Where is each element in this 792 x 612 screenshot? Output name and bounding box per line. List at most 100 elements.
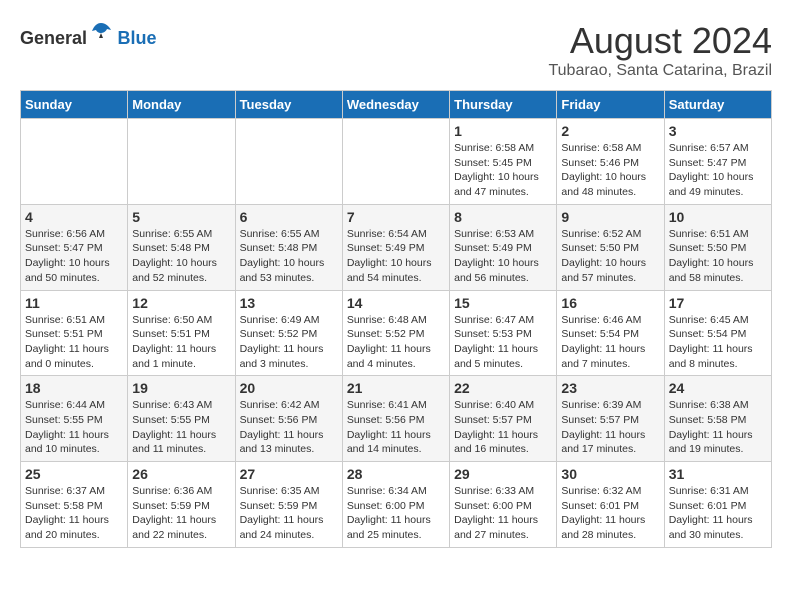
calendar-cell: 22Sunrise: 6:40 AMSunset: 5:57 PMDayligh… (450, 376, 557, 462)
day-info: Sunrise: 6:41 AMSunset: 5:56 PMDaylight:… (347, 398, 445, 457)
calendar-cell: 1 Sunrise: 6:58 AMSunset: 5:45 PMDaylight… (450, 119, 557, 205)
day-number: 5 (132, 209, 230, 225)
day-info: Sunrise: 6:51 AMSunset: 5:51 PMDaylight:… (25, 313, 123, 372)
day-number: 21 (347, 380, 445, 396)
day-number: 26 (132, 466, 230, 482)
day-number: 18 (25, 380, 123, 396)
day-number: 12 (132, 295, 230, 311)
calendar-cell (235, 119, 342, 205)
day-number: 24 (669, 380, 767, 396)
day-number: 29 (454, 466, 552, 482)
day-number: 23 (561, 380, 659, 396)
logo-general: General (20, 28, 87, 48)
day-info: Sunrise: 6:50 AMSunset: 5:51 PMDaylight:… (132, 313, 230, 372)
calendar-cell (342, 119, 449, 205)
day-info: Sunrise: 6:52 AMSunset: 5:50 PMDaylight:… (561, 227, 659, 286)
weekday-header-row: SundayMondayTuesdayWednesdayThursdayFrid… (21, 91, 772, 119)
calendar-week-row: 4 Sunrise: 6:56 AMSunset: 5:47 PMDaylight… (21, 204, 772, 290)
weekday-header-sunday: Sunday (21, 91, 128, 119)
calendar-cell: 4 Sunrise: 6:56 AMSunset: 5:47 PMDaylight… (21, 204, 128, 290)
calendar-cell: 13 Sunrise: 6:49 AMSunset: 5:52 PMDayligh… (235, 290, 342, 376)
day-number: 13 (240, 295, 338, 311)
day-number: 1 (454, 123, 552, 139)
day-info: Sunrise: 6:49 AMSunset: 5:52 PMDaylight:… (240, 313, 338, 372)
calendar-cell: 14Sunrise: 6:48 AMSunset: 5:52 PMDayligh… (342, 290, 449, 376)
calendar-cell: 12 Sunrise: 6:50 AMSunset: 5:51 PMDayligh… (128, 290, 235, 376)
day-number: 19 (132, 380, 230, 396)
day-number: 16 (561, 295, 659, 311)
calendar-cell: 29 Sunrise: 6:33 AMSunset: 6:00 PMDayligh… (450, 462, 557, 548)
day-info: Sunrise: 6:46 AMSunset: 5:54 PMDaylight:… (561, 313, 659, 372)
calendar-cell (128, 119, 235, 205)
weekday-header-tuesday: Tuesday (235, 91, 342, 119)
day-number: 2 (561, 123, 659, 139)
day-number: 3 (669, 123, 767, 139)
day-number: 11 (25, 295, 123, 311)
day-number: 8 (454, 209, 552, 225)
day-info: Sunrise: 6:57 AMSunset: 5:47 PMDaylight:… (669, 141, 767, 200)
day-info: Sunrise: 6:42 AMSunset: 5:56 PMDaylight:… (240, 398, 338, 457)
day-info: Sunrise: 6:58 AMSunset: 5:45 PMDaylight:… (454, 141, 552, 200)
location-subtitle: Tubarao, Santa Catarina, Brazil (548, 62, 772, 80)
day-number: 27 (240, 466, 338, 482)
calendar-cell: 9 Sunrise: 6:52 AMSunset: 5:50 PMDaylight… (557, 204, 664, 290)
calendar-cell: 30Sunrise: 6:32 AMSunset: 6:01 PMDayligh… (557, 462, 664, 548)
day-info: Sunrise: 6:53 AMSunset: 5:49 PMDaylight:… (454, 227, 552, 286)
day-info: Sunrise: 6:33 AMSunset: 6:00 PMDaylight:… (454, 484, 552, 543)
day-number: 4 (25, 209, 123, 225)
calendar-cell: 20 Sunrise: 6:42 AMSunset: 5:56 PMDayligh… (235, 376, 342, 462)
calendar-cell: 25Sunrise: 6:37 AMSunset: 5:58 PMDayligh… (21, 462, 128, 548)
title-area: August 2024 Tubarao, Santa Catarina, Bra… (548, 20, 772, 80)
day-info: Sunrise: 6:37 AMSunset: 5:58 PMDaylight:… (25, 484, 123, 543)
calendar-cell: 26 Sunrise: 6:36 AMSunset: 5:59 PMDayligh… (128, 462, 235, 548)
calendar-cell: 28 Sunrise: 6:34 AMSunset: 6:00 PMDayligh… (342, 462, 449, 548)
day-info: Sunrise: 6:35 AMSunset: 5:59 PMDaylight:… (240, 484, 338, 543)
calendar-cell: 10 Sunrise: 6:51 AMSunset: 5:50 PMDayligh… (664, 204, 771, 290)
day-info: Sunrise: 6:58 AMSunset: 5:46 PMDaylight:… (561, 141, 659, 200)
calendar-cell: 21 Sunrise: 6:41 AMSunset: 5:56 PMDayligh… (342, 376, 449, 462)
calendar-cell: 11 Sunrise: 6:51 AMSunset: 5:51 PMDayligh… (21, 290, 128, 376)
day-info: Sunrise: 6:47 AMSunset: 5:53 PMDaylight:… (454, 313, 552, 372)
page-header: General Blue August 2024 Tubarao, Santa … (20, 20, 772, 80)
calendar-week-row: 11 Sunrise: 6:51 AMSunset: 5:51 PMDayligh… (21, 290, 772, 376)
day-info: Sunrise: 6:34 AMSunset: 6:00 PMDaylight:… (347, 484, 445, 543)
day-number: 31 (669, 466, 767, 482)
calendar-cell: 6Sunrise: 6:55 AMSunset: 5:48 PMDaylight… (235, 204, 342, 290)
calendar-cell: 16 Sunrise: 6:46 AMSunset: 5:54 PMDayligh… (557, 290, 664, 376)
calendar-week-row: 18 Sunrise: 6:44 AMSunset: 5:55 PMDayligh… (21, 376, 772, 462)
calendar-cell (21, 119, 128, 205)
calendar-week-row: 25Sunrise: 6:37 AMSunset: 5:58 PMDayligh… (21, 462, 772, 548)
calendar-cell: 5 Sunrise: 6:55 AMSunset: 5:48 PMDaylight… (128, 204, 235, 290)
day-number: 10 (669, 209, 767, 225)
logo-bird-icon (89, 20, 113, 44)
day-info: Sunrise: 6:56 AMSunset: 5:47 PMDaylight:… (25, 227, 123, 286)
day-number: 7 (347, 209, 445, 225)
day-number: 9 (561, 209, 659, 225)
calendar-cell: 7 Sunrise: 6:54 AMSunset: 5:49 PMDaylight… (342, 204, 449, 290)
day-info: Sunrise: 6:36 AMSunset: 5:59 PMDaylight:… (132, 484, 230, 543)
calendar-table: SundayMondayTuesdayWednesdayThursdayFrid… (20, 90, 772, 548)
calendar-cell: 24Sunrise: 6:38 AMSunset: 5:58 PMDayligh… (664, 376, 771, 462)
logo: General Blue (20, 20, 157, 49)
day-number: 28 (347, 466, 445, 482)
weekday-header-friday: Friday (557, 91, 664, 119)
calendar-cell: 8 Sunrise: 6:53 AMSunset: 5:49 PMDaylight… (450, 204, 557, 290)
day-info: Sunrise: 6:55 AMSunset: 5:48 PMDaylight:… (132, 227, 230, 286)
calendar-cell: 17 Sunrise: 6:45 AMSunset: 5:54 PMDayligh… (664, 290, 771, 376)
calendar-cell: 27 Sunrise: 6:35 AMSunset: 5:59 PMDayligh… (235, 462, 342, 548)
day-number: 30 (561, 466, 659, 482)
day-info: Sunrise: 6:45 AMSunset: 5:54 PMDaylight:… (669, 313, 767, 372)
day-info: Sunrise: 6:54 AMSunset: 5:49 PMDaylight:… (347, 227, 445, 286)
calendar-cell: 31Sunrise: 6:31 AMSunset: 6:01 PMDayligh… (664, 462, 771, 548)
weekday-header-monday: Monday (128, 91, 235, 119)
day-info: Sunrise: 6:44 AMSunset: 5:55 PMDaylight:… (25, 398, 123, 457)
calendar-cell: 15 Sunrise: 6:47 AMSunset: 5:53 PMDayligh… (450, 290, 557, 376)
day-number: 17 (669, 295, 767, 311)
weekday-header-wednesday: Wednesday (342, 91, 449, 119)
day-info: Sunrise: 6:40 AMSunset: 5:57 PMDaylight:… (454, 398, 552, 457)
calendar-week-row: 1 Sunrise: 6:58 AMSunset: 5:45 PMDaylight… (21, 119, 772, 205)
day-info: Sunrise: 6:51 AMSunset: 5:50 PMDaylight:… (669, 227, 767, 286)
day-number: 15 (454, 295, 552, 311)
calendar-cell: 3 Sunrise: 6:57 AMSunset: 5:47 PMDaylight… (664, 119, 771, 205)
day-number: 20 (240, 380, 338, 396)
